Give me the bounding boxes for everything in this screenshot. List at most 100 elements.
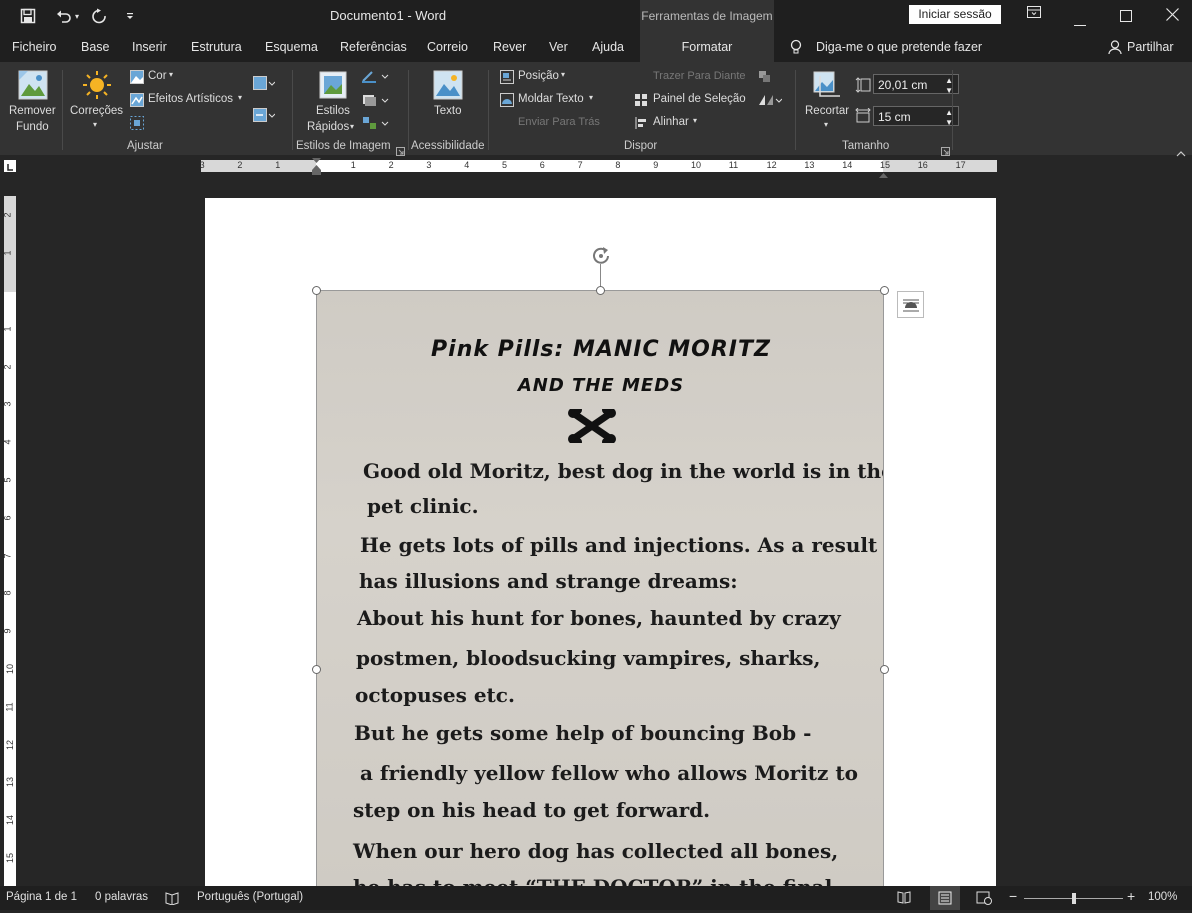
separator — [795, 70, 796, 150]
proofing-icon[interactable] — [165, 891, 179, 908]
picture-text-line: step on his head to get forward. — [353, 798, 711, 822]
resize-handle-left[interactable] — [312, 665, 321, 674]
undo-icon[interactable]: ▾ — [56, 8, 79, 24]
group-label-estilos: Estilos de Imagem — [296, 140, 391, 152]
wrap-text-dropdown-icon: ▾ — [589, 93, 594, 102]
width-field[interactable]: 15 cm ▲ ▼ — [873, 106, 959, 127]
layout-options-button[interactable] — [897, 291, 924, 318]
selection-pane-label: Painel de Seleção — [653, 93, 746, 105]
picture-text-line: Good old Moritz, best dog in the world i… — [363, 459, 884, 483]
zoom-slider-thumb[interactable] — [1071, 893, 1076, 904]
ruler-number: 2 — [2, 364, 13, 370]
height-field[interactable]: 20,01 cm ▲ ▼ — [873, 74, 959, 95]
color-label: Cor — [148, 70, 167, 82]
read-mode-icon[interactable] — [897, 891, 911, 907]
web-layout-icon[interactable] — [976, 891, 992, 908]
quick-styles-icon — [318, 70, 348, 105]
separator — [62, 70, 63, 150]
resize-handle-top[interactable] — [596, 286, 605, 295]
separator — [292, 70, 293, 150]
position-label: Posição — [518, 70, 559, 82]
dialog-launcher-icon[interactable] — [396, 143, 405, 161]
tab-rever[interactable]: Rever — [493, 40, 526, 54]
ruler-margin-left — [201, 160, 316, 172]
tab-formatar[interactable]: Formatar — [640, 32, 774, 62]
picture-border-icon[interactable] — [362, 69, 392, 88]
zoom-out-button[interactable]: − — [1009, 888, 1017, 904]
zoom-slider[interactable] — [1024, 893, 1123, 904]
ruler-number: 1 — [2, 326, 13, 332]
picture-text-line: postmen, bloodsucking vampires, sharks, — [356, 646, 821, 670]
resize-handle-top-right[interactable] — [880, 286, 889, 295]
artistic-effects-label: Efeitos Artísticos — [148, 93, 234, 105]
remove-background-label-2: Fundo — [16, 121, 49, 133]
rotate-handle-icon[interactable] — [590, 246, 612, 271]
ruler-number: 9 — [2, 628, 13, 634]
share-button[interactable]: Partilhar — [1127, 40, 1174, 54]
picture-text-line: About his hunt for bones, haunted by cra… — [357, 606, 841, 630]
picture-effects-icon[interactable] — [362, 93, 392, 112]
bring-forward-label: Trazer Para Diante — [653, 70, 746, 82]
resize-handle-right[interactable] — [880, 665, 889, 674]
tab-correio[interactable]: Correio — [427, 40, 468, 54]
indent-marker-icon[interactable] — [312, 158, 321, 181]
transparency-icon[interactable] — [130, 116, 144, 135]
tab-ver[interactable]: Ver — [549, 40, 568, 54]
menu-bar: Ficheiro Base Inserir Estrutura Esquema … — [0, 32, 1192, 62]
separator — [952, 70, 953, 150]
customize-icon[interactable] — [125, 11, 135, 21]
ruler-number: 3 — [2, 401, 13, 407]
change-picture-icon[interactable] — [253, 108, 276, 127]
tab-selector[interactable] — [4, 160, 16, 172]
tab-ficheiro[interactable]: Ficheiro — [12, 40, 56, 54]
ruler-number: 12 — [766, 160, 777, 170]
resize-handle-top-left[interactable] — [312, 286, 321, 295]
align-dropdown-icon: ▾ — [693, 116, 698, 125]
ribbon-display-options-icon[interactable] — [1027, 5, 1041, 22]
group-objects-icon[interactable] — [758, 70, 772, 89]
ruler-number: 13 — [5, 777, 16, 788]
save-icon[interactable] — [20, 8, 36, 24]
ribbon: Remover Fundo Correções ▾ Cor ▾ Efeitos … — [0, 62, 1192, 157]
sign-in-button[interactable]: Iniciar sessão — [909, 5, 1001, 24]
quick-styles-label-2: Rápidos — [307, 121, 350, 133]
tab-base[interactable]: Base — [81, 40, 110, 54]
tab-referencias[interactable]: Referências — [340, 40, 407, 54]
ruler-number: 10 — [691, 160, 702, 170]
align-label: Alinhar — [653, 116, 689, 128]
window-title: Documento1 - Word — [330, 8, 447, 23]
selected-picture[interactable]: Pink Pills: MANIC MORITZ AND THE MEDS Go… — [316, 290, 884, 888]
selection-pane-icon — [634, 93, 648, 112]
group-label-dispor: Dispor — [624, 140, 658, 152]
size-dialog-launcher-icon[interactable] — [941, 143, 950, 161]
print-layout-icon[interactable] — [930, 886, 960, 910]
word-count[interactable]: 0 palavras — [95, 891, 148, 903]
crop-label: Recortar — [805, 105, 850, 117]
share-person-icon[interactable] — [1108, 40, 1122, 59]
tab-ajuda[interactable]: Ajuda — [592, 40, 624, 54]
close-icon[interactable] — [1166, 8, 1179, 25]
tell-me-search[interactable]: Diga-me o que pretende fazer — [816, 40, 982, 54]
collapse-ribbon-icon[interactable] — [1176, 144, 1186, 162]
redo-icon[interactable] — [91, 8, 107, 24]
position-dropdown-icon: ▾ — [561, 70, 566, 79]
tab-estrutura[interactable]: Estrutura — [191, 40, 242, 54]
page-count[interactable]: Página 1 de 1 — [6, 891, 77, 903]
ruler-number: 2 — [2, 212, 13, 218]
color-icon — [130, 70, 144, 89]
compress-pictures-icon[interactable] — [253, 76, 276, 95]
language-status[interactable]: Português (Portugal) — [197, 891, 303, 903]
tab-esquema[interactable]: Esquema — [265, 40, 318, 54]
picture-layout-icon[interactable] — [362, 116, 392, 135]
zoom-level[interactable]: 100% — [1148, 891, 1177, 903]
ruler-number: 6 — [539, 160, 545, 170]
right-indent-marker-icon[interactable] — [879, 165, 888, 183]
picture-title-line-1: Pink Pills: MANIC MORITZ — [431, 337, 771, 362]
ruler-number: 17 — [955, 160, 966, 170]
tab-inserir[interactable]: Inserir — [132, 40, 167, 54]
ruler-number: 9 — [653, 160, 659, 170]
minimize-icon[interactable] — [1074, 14, 1086, 31]
zoom-in-button[interactable]: + — [1127, 888, 1135, 904]
maximize-icon[interactable] — [1120, 9, 1132, 26]
rotate-icon[interactable] — [758, 93, 783, 112]
